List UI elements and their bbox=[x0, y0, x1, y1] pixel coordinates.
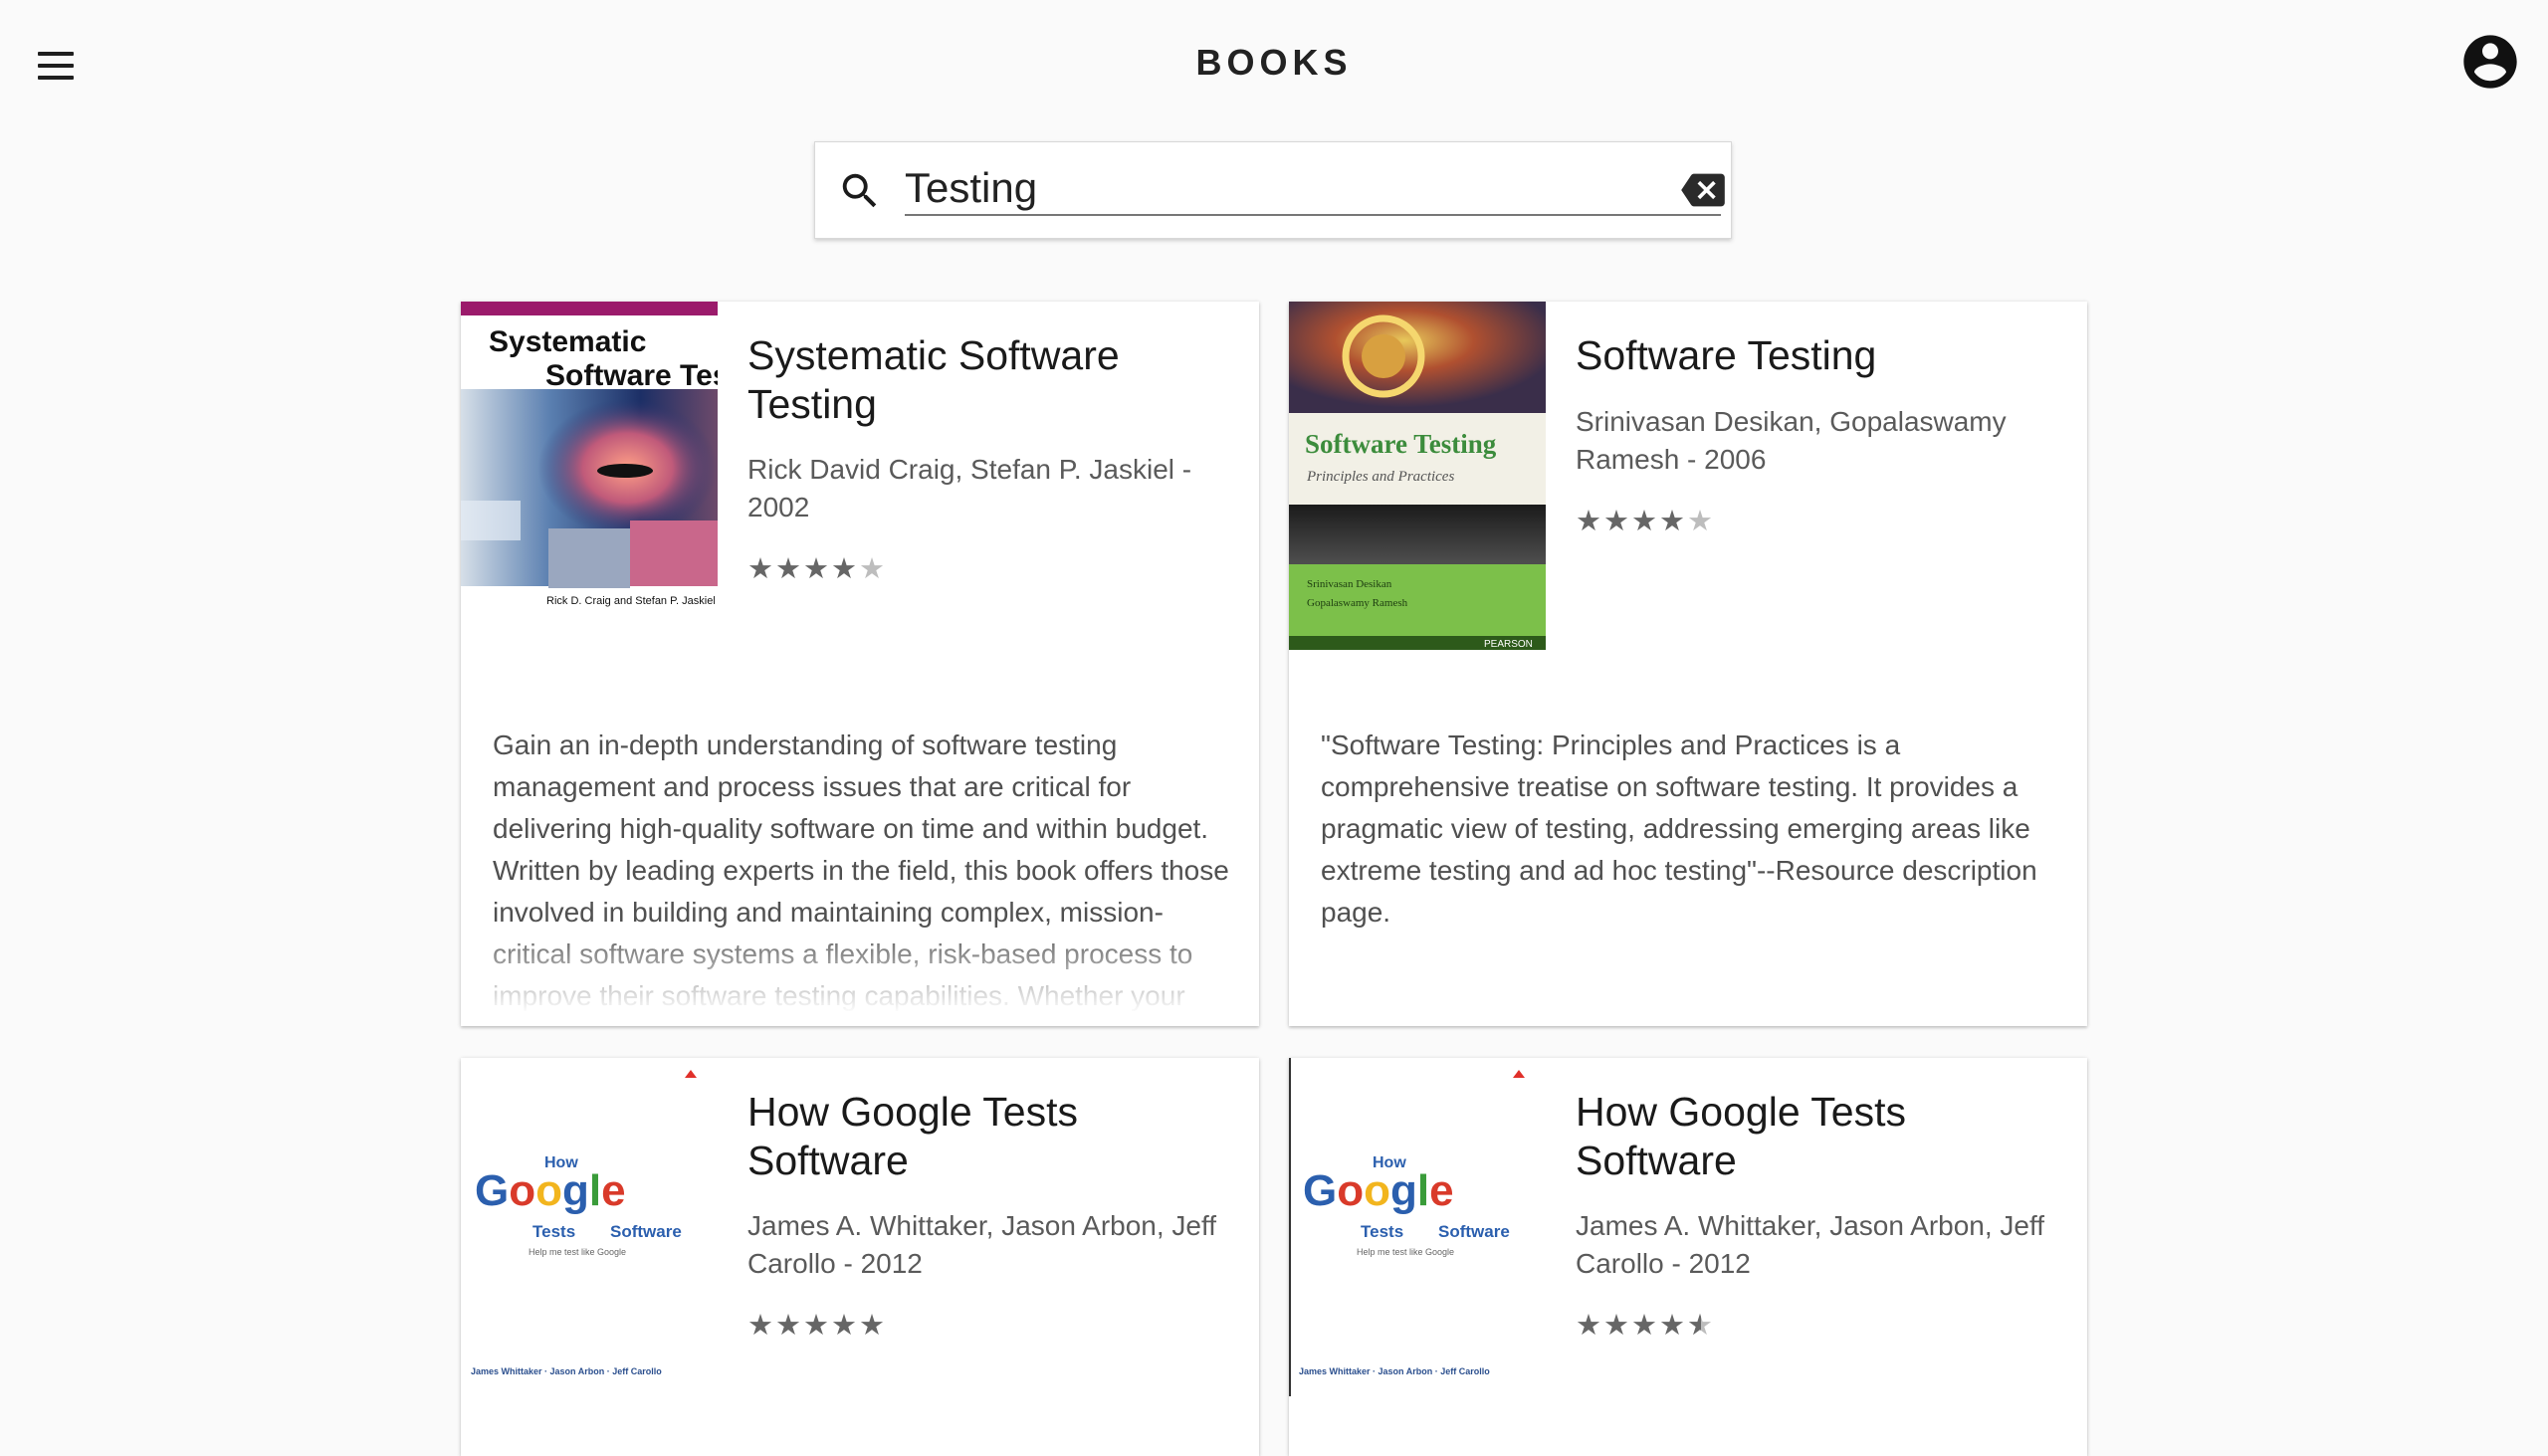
star-icon: ★ bbox=[1603, 1310, 1631, 1342]
cover-author-2: Gopalaswamy Ramesh bbox=[1307, 597, 1408, 609]
book-card[interactable]: How Google Tests Software Help me test l… bbox=[1289, 1058, 2087, 1456]
book-card[interactable]: Systematic Software Testing Rick D. Crai… bbox=[461, 302, 1259, 1026]
search-box bbox=[814, 141, 1732, 239]
book-cover-systematic-software-testing[interactable]: Systematic Software Testing Rick D. Crai… bbox=[461, 302, 718, 650]
star-icon: ★ bbox=[1603, 506, 1631, 537]
cover-title-line2: Software Testing bbox=[545, 359, 718, 392]
book-description: "Software Testing: Principles and Practi… bbox=[1321, 729, 2037, 928]
cover-title-line1: Systematic bbox=[489, 325, 646, 358]
star-icon: ★ bbox=[1576, 506, 1603, 537]
book-title[interactable]: How Google Tests Software bbox=[1576, 1088, 2053, 1185]
star-icon: ★ bbox=[859, 1310, 887, 1342]
cover-authors: James Whittaker · Jason Arbon · Jeff Car… bbox=[471, 1366, 662, 1376]
account-circle-icon bbox=[2463, 35, 2517, 89]
book-authors-year: James A. Whittaker, Jason Arbon, Jeff Ca… bbox=[747, 1210, 1217, 1279]
star-icon: ★ bbox=[831, 553, 859, 585]
cover-software: Software bbox=[610, 1222, 682, 1241]
book-authors-year: Rick David Craig, Stefan P. Jaskiel - 20… bbox=[747, 454, 1192, 522]
book-cover-how-google-tests-software[interactable]: How Google Tests Software Help me test l… bbox=[461, 1058, 718, 1406]
clear-search-button[interactable] bbox=[1681, 170, 1725, 210]
star-icon: ★ bbox=[1576, 1310, 1603, 1342]
star-icon: ★ bbox=[803, 1310, 831, 1342]
cover-author-1: Srinivasan Desikan bbox=[1307, 578, 1392, 590]
star-icon: ★ bbox=[859, 553, 887, 585]
book-cover-software-testing[interactable]: Software Testing Principles and Practice… bbox=[1289, 302, 1546, 650]
star-icon: ★ bbox=[803, 553, 831, 585]
star-icon: ★ bbox=[775, 553, 803, 585]
cover-authors: Rick D. Craig and Stefan P. Jaskiel bbox=[546, 595, 716, 607]
book-card[interactable]: How Google Tests Software Help me test l… bbox=[461, 1058, 1259, 1456]
search-icon bbox=[842, 173, 877, 208]
book-cover-how-google-tests-software[interactable]: How Google Tests Software Help me test l… bbox=[1289, 1058, 1546, 1406]
cover-tagline: Help me test like Google bbox=[529, 1247, 626, 1257]
book-title[interactable]: Software Testing bbox=[1576, 331, 2053, 380]
star-icon: ★ bbox=[1631, 506, 1659, 537]
cover-title: Software Testing bbox=[1305, 429, 1497, 459]
star-icon: ★ bbox=[1687, 506, 1715, 537]
book-rating: ★★★★★ bbox=[747, 1308, 887, 1343]
star-icon: ★ bbox=[831, 1310, 859, 1342]
book-rating: ★★★★★ bbox=[747, 551, 887, 586]
book-title[interactable]: How Google Tests Software bbox=[747, 1088, 1225, 1185]
page-title: BOOKS bbox=[1195, 42, 1353, 83]
cover-google: Google bbox=[475, 1166, 626, 1215]
cover-publisher: PEARSON bbox=[1484, 639, 1533, 650]
cover-software: Software bbox=[1438, 1222, 1510, 1241]
cover-subtitle: Principles and Practices bbox=[1306, 469, 1454, 485]
book-card[interactable]: Software Testing Principles and Practice… bbox=[1289, 302, 2087, 1026]
cover-tests: Tests bbox=[1361, 1222, 1403, 1241]
star-icon: ★ bbox=[747, 553, 775, 585]
book-rating: ★★★★★ bbox=[1576, 504, 1715, 538]
backspace-icon bbox=[1681, 173, 1725, 207]
star-icon: ★ bbox=[747, 1310, 775, 1342]
cover-authors: James Whittaker · Jason Arbon · Jeff Car… bbox=[1299, 1366, 1490, 1376]
book-authors-year: Srinivasan Desikan, Gopalaswamy Ramesh -… bbox=[1576, 406, 2007, 475]
star-icon: ★ bbox=[1659, 506, 1687, 537]
cover-google: Google bbox=[1303, 1166, 1454, 1215]
cover-tests: Tests bbox=[532, 1222, 575, 1241]
account-button[interactable] bbox=[2458, 30, 2522, 94]
star-half-icon: ★ bbox=[1687, 1308, 1715, 1343]
app-bar: BOOKS bbox=[0, 0, 2548, 129]
book-authors-year: James A. Whittaker, Jason Arbon, Jeff Ca… bbox=[1576, 1210, 2045, 1279]
book-rating: ★★★★★ bbox=[1576, 1308, 1715, 1343]
star-icon: ★ bbox=[1659, 1310, 1687, 1342]
cover-tagline: Help me test like Google bbox=[1357, 1247, 1454, 1257]
search-input[interactable] bbox=[905, 162, 1721, 216]
star-icon: ★ bbox=[1631, 1310, 1659, 1342]
book-title[interactable]: Systematic Software Testing bbox=[747, 331, 1225, 429]
star-icon: ★ bbox=[775, 1310, 803, 1342]
book-description: Gain an in-depth understanding of softwa… bbox=[493, 725, 1229, 1013]
